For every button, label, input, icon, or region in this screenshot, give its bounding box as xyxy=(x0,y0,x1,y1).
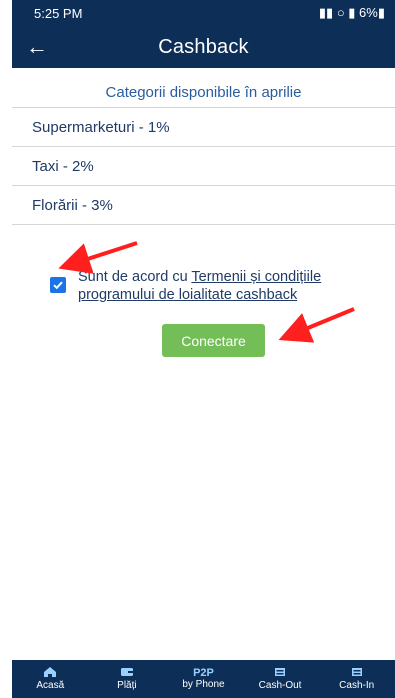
checkmark-icon xyxy=(53,281,63,290)
back-button[interactable]: ← xyxy=(22,26,52,68)
nav-label: Cash-In xyxy=(339,680,375,691)
category-label: Supermarketuri - 1% xyxy=(32,118,170,136)
nav-label: Acasă xyxy=(36,680,65,691)
home-icon xyxy=(44,667,57,677)
nav-label: by Phone xyxy=(182,679,225,690)
category-item: Florării - 3% xyxy=(12,186,395,225)
category-item: Taxi - 2% xyxy=(12,147,395,186)
consent-text: Sunt de acord cu Termenii și condițiile … xyxy=(78,268,378,304)
main-content: Categorii disponibile în aprilie Superma… xyxy=(12,68,395,225)
category-label: Florării - 3% xyxy=(32,196,113,214)
consent-prefix: Sunt de acord cu xyxy=(78,269,192,285)
category-item: Supermarketuri - 1% xyxy=(12,108,395,147)
wallet-icon xyxy=(120,668,133,676)
bottom-navigation: Acasă Plăți P2P by Phone Cash-Out Cash-I… xyxy=(12,660,395,698)
cash-in-icon xyxy=(351,668,362,676)
status-time: 5:25 PM xyxy=(34,5,83,21)
page-title: Cashback xyxy=(158,35,249,58)
nav-p2p[interactable]: P2P by Phone xyxy=(165,660,241,698)
category-label: Taxi - 2% xyxy=(32,157,94,175)
nav-cash-out[interactable]: Cash-Out xyxy=(242,660,318,698)
nav-cash-in[interactable]: Cash-In xyxy=(319,660,395,698)
p2p-icon: P2P xyxy=(193,667,214,679)
status-icons: ▮▮ ○ ▮ 6%▮ xyxy=(318,5,385,20)
phone-screen: 5:25 PM ▮▮ ○ ▮ 6%▮ ← Cashback Categorii … xyxy=(0,0,395,698)
connect-button[interactable]: Conectare xyxy=(162,324,265,357)
nav-label: Cash-Out xyxy=(258,680,302,691)
app-bar: ← Cashback xyxy=(12,26,395,68)
nav-acasa[interactable]: Acasă xyxy=(12,660,88,698)
terms-checkbox[interactable] xyxy=(50,277,66,293)
nav-plati[interactable]: Plăți xyxy=(89,660,165,698)
categories-heading: Categorii disponibile în aprilie xyxy=(105,84,302,101)
status-bar: 5:25 PM ▮▮ ○ ▮ 6%▮ xyxy=(12,0,395,26)
consent-row: Sunt de acord cu Termenii și condițiile … xyxy=(50,268,390,304)
back-icon: ← xyxy=(26,34,48,59)
nav-label: Plăți xyxy=(117,680,137,691)
cash-out-icon xyxy=(275,668,286,676)
